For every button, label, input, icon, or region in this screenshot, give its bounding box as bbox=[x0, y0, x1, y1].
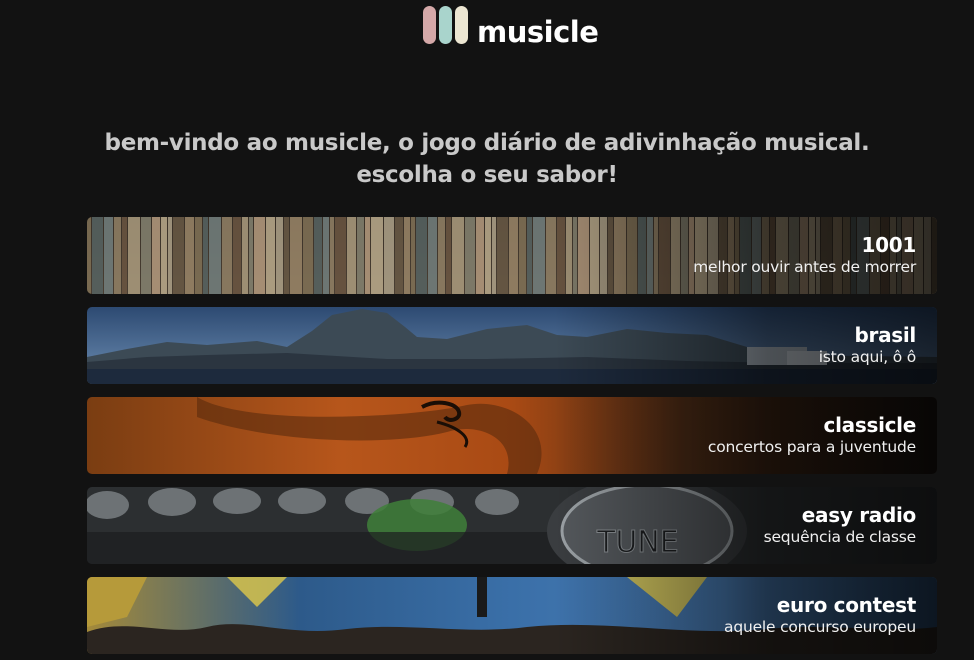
flavor-subtitle: concertos para a juventude bbox=[707, 438, 916, 456]
logo-bar-1 bbox=[423, 6, 436, 44]
flavor-card-brasil[interactable]: brasil isto aqui, ô ô bbox=[87, 307, 937, 384]
flavor-subtitle: aquele concurso europeu bbox=[724, 618, 916, 636]
welcome-line-1: bem-vindo ao musicle, o jogo diário de a… bbox=[104, 130, 870, 156]
flavor-title: brasil bbox=[854, 323, 917, 347]
flavor-card-classicle[interactable]: classicle concertos para a juventude bbox=[87, 397, 937, 474]
logo-bar-3 bbox=[455, 6, 468, 44]
logo-bar-2 bbox=[439, 6, 452, 44]
flavor-title: easy radio bbox=[801, 503, 917, 527]
flavor-card-euro-contest[interactable]: euro contest aquele concurso europeu bbox=[87, 577, 937, 654]
musicle-logo[interactable]: musicle bbox=[423, 6, 599, 49]
flavor-card-1001[interactable]: 1001 melhor ouvir antes de morrer bbox=[87, 217, 937, 294]
welcome-line-2: escolha o seu sabor! bbox=[356, 162, 618, 188]
flavor-subtitle: melhor ouvir antes de morrer bbox=[693, 258, 916, 276]
flavor-title: euro contest bbox=[776, 593, 917, 617]
flavor-subtitle: sequência de classe bbox=[763, 528, 917, 546]
flavor-title: classicle bbox=[823, 413, 917, 437]
welcome-message: bem-vindo ao musicle, o jogo diário de a… bbox=[0, 127, 974, 191]
flavor-title: 1001 bbox=[861, 233, 917, 257]
flavor-card-easy-radio[interactable]: TUNE easy radio sequência de classe bbox=[87, 487, 937, 564]
logo-text: musicle bbox=[477, 15, 599, 49]
flavor-subtitle: isto aqui, ô ô bbox=[818, 348, 916, 366]
